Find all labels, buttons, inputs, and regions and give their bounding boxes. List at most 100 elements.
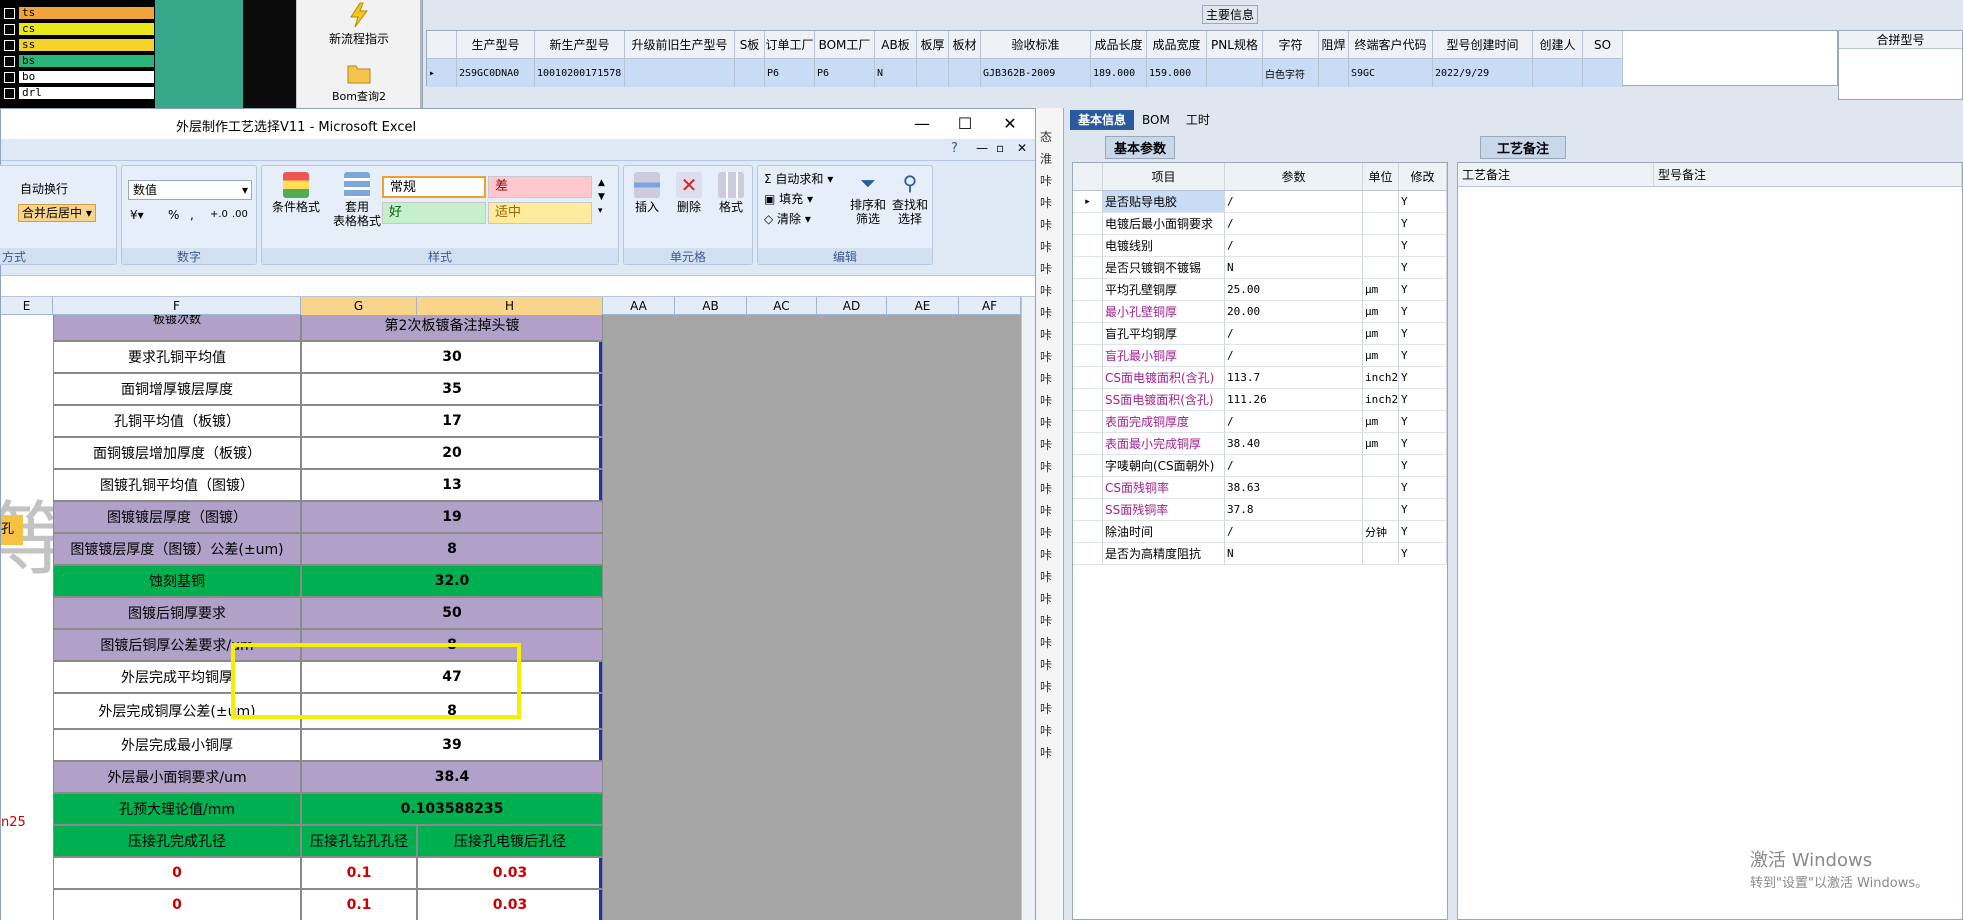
param-cell[interactable]: / <box>1225 411 1363 432</box>
param-cell[interactable]: inch2 <box>1363 367 1399 388</box>
label-cell[interactable]: 面铜镀层增加厚度（板镀） <box>53 437 301 469</box>
param-cell[interactable] <box>1363 235 1399 256</box>
param-row[interactable]: 电镀后最小面铜要求 / Y <box>1073 213 1447 235</box>
table-row[interactable]: 蚀刻基铜 32.0 <box>53 565 603 597</box>
style-normal[interactable]: 常规 <box>382 176 486 198</box>
wrap-text-button[interactable]: 自动换行 <box>20 182 68 196</box>
percent-button[interactable]: % <box>168 208 179 222</box>
param-cell[interactable]: / <box>1225 235 1363 256</box>
value-cell[interactable]: 20 <box>301 437 603 469</box>
value-cell[interactable]: 8 <box>301 533 603 565</box>
param-cell[interactable]: 除油时间 <box>1103 521 1225 542</box>
currency-format-button[interactable]: ¥▾ <box>130 208 144 222</box>
layer-checkbox[interactable] <box>4 55 15 67</box>
main-info-cell[interactable] <box>1207 59 1263 87</box>
param-cell[interactable] <box>1363 499 1399 520</box>
param-row[interactable]: 除油时间 / 分钟 Y <box>1073 521 1447 543</box>
column-header[interactable]: AD <box>817 297 887 315</box>
right-tab[interactable]: BOM <box>1134 110 1178 130</box>
decrease-decimal-button[interactable]: .00 <box>232 208 248 222</box>
main-info-cell[interactable]: P6 <box>815 59 875 87</box>
param-cell[interactable]: μm <box>1363 279 1399 300</box>
param-cell[interactable]: / <box>1225 345 1363 366</box>
param-cell[interactable]: 111.26 <box>1225 389 1363 410</box>
value-cell[interactable]: 39 <box>301 729 603 761</box>
label-cell[interactable]: 图镀孔铜平均值（图镀） <box>53 469 301 501</box>
insert-button[interactable]: 插入 <box>628 172 666 214</box>
table-row[interactable]: 0 0.1 0.03 <box>53 857 603 889</box>
right-tab[interactable]: 工时 <box>1178 110 1218 130</box>
layer-row[interactable]: ss <box>4 38 154 52</box>
table-row[interactable]: 要求孔铜平均值 30 <box>53 341 603 373</box>
param-cell[interactable]: μm <box>1363 433 1399 454</box>
layer-checkbox[interactable] <box>4 39 15 51</box>
table-row[interactable]: 外层最小面铜要求/um 38.4 <box>53 761 603 793</box>
param-cell[interactable]: Y <box>1399 521 1447 542</box>
param-row[interactable]: CS面电镀面积(含孔) 113.7 inch2 Y <box>1073 367 1447 389</box>
ribbon-restore-icon[interactable]: ▫ <box>996 141 1004 155</box>
param-cell[interactable]: / <box>1225 191 1363 212</box>
comma-button[interactable]: , <box>190 208 194 222</box>
param-row[interactable]: SS面电镀面积(含孔) 111.26 inch2 Y <box>1073 389 1447 411</box>
main-info-cell[interactable]: N <box>875 59 917 87</box>
main-info-header[interactable]: 生产型号 <box>457 31 535 58</box>
value-cell[interactable]: 0.03 <box>417 889 603 920</box>
close-icon[interactable]: ✕ <box>999 113 1021 135</box>
param-cell[interactable] <box>1363 191 1399 212</box>
main-info-cell[interactable]: S9GC <box>1349 59 1433 87</box>
main-info-cell[interactable]: 10010200171578 <box>535 59 625 87</box>
conditional-format-button[interactable]: 条件格式 <box>266 172 326 214</box>
style-bad[interactable]: 差 <box>488 176 592 198</box>
value-cell[interactable]: 50 <box>301 597 603 629</box>
param-cell[interactable]: 表面最小完成铜厚 <box>1103 433 1225 454</box>
param-row[interactable]: 字唛朝向(CS面朝外) / Y <box>1073 455 1447 477</box>
param-row[interactable]: 表面完成铜厚度 / μm Y <box>1073 411 1447 433</box>
param-row[interactable]: 电镀线别 / Y <box>1073 235 1447 257</box>
style-good[interactable]: 好 <box>382 202 486 224</box>
param-cell[interactable]: Y <box>1399 213 1447 234</box>
sort-filter-button[interactable]: ⏷ 排序和 筛选 <box>848 170 888 226</box>
column-header[interactable]: AB <box>675 297 747 315</box>
param-header[interactable]: 参数 <box>1225 163 1363 190</box>
param-cell[interactable]: Y <box>1399 301 1447 322</box>
param-cell[interactable]: 是否为高精度阻抗 <box>1103 543 1225 564</box>
main-info-header[interactable]: BOM工厂 <box>815 31 875 58</box>
main-info-cell[interactable]: 白色字符 <box>1263 59 1319 87</box>
main-info-cell[interactable] <box>1533 59 1583 87</box>
main-info-cell[interactable]: 2S9GC0DNA0 <box>457 59 535 87</box>
value-cell[interactable]: 0.1 <box>301 857 417 889</box>
main-info-cell[interactable]: 2022/9/29 <box>1433 59 1533 87</box>
param-row[interactable]: SS面残铜率 37.8 Y <box>1073 499 1447 521</box>
main-info-header[interactable]: 订单工厂 <box>765 31 815 58</box>
column-header[interactable]: F <box>53 297 301 315</box>
param-header[interactable]: 项目 <box>1103 163 1225 190</box>
param-row[interactable]: 是否只镀铜不镀锡 N Y <box>1073 257 1447 279</box>
param-cell[interactable]: SS面电镀面积(含孔) <box>1103 389 1225 410</box>
value-cell[interactable]: 32.0 <box>301 565 603 597</box>
flow-button[interactable]: 新流程指示 <box>297 2 421 47</box>
main-info-header[interactable]: 终端客户代码 <box>1349 31 1433 58</box>
param-cell[interactable]: Y <box>1399 367 1447 388</box>
main-info-header[interactable]: 新生产型号 <box>535 31 625 58</box>
label-cell[interactable]: 孔铜平均值（板镀） <box>53 405 301 437</box>
param-cell[interactable]: Y <box>1399 323 1447 344</box>
param-cell[interactable]: N <box>1225 543 1363 564</box>
table-row[interactable]: 图镀后铜厚要求 50 <box>53 597 603 629</box>
param-cell[interactable]: Y <box>1399 543 1447 564</box>
label-cell[interactable]: 孔预大理论值/mm <box>53 793 301 825</box>
vertical-scrollbar[interactable] <box>1021 297 1035 920</box>
header-cell[interactable]: 压接孔完成孔径 <box>53 825 301 857</box>
layer-row[interactable]: bs <box>4 54 154 68</box>
table-row[interactable]: 面铜镀层增加厚度（板镀） 20 <box>53 437 603 469</box>
column-header[interactable]: AF <box>959 297 1021 315</box>
header-cell[interactable]: 压接孔电镀后孔径 <box>417 825 603 857</box>
param-cell[interactable]: 113.7 <box>1225 367 1363 388</box>
main-info-cell[interactable] <box>917 59 949 87</box>
main-info-header[interactable]: SO <box>1583 31 1623 58</box>
param-cell[interactable]: / <box>1225 323 1363 344</box>
value-cell[interactable]: 0 <box>53 857 301 889</box>
param-header[interactable]: 单位 <box>1363 163 1399 190</box>
delete-button[interactable]: ✕ 删除 <box>670 172 708 214</box>
main-info-header[interactable]: 升级前旧生产型号 <box>625 31 735 58</box>
formula-bar[interactable] <box>1 275 1035 297</box>
